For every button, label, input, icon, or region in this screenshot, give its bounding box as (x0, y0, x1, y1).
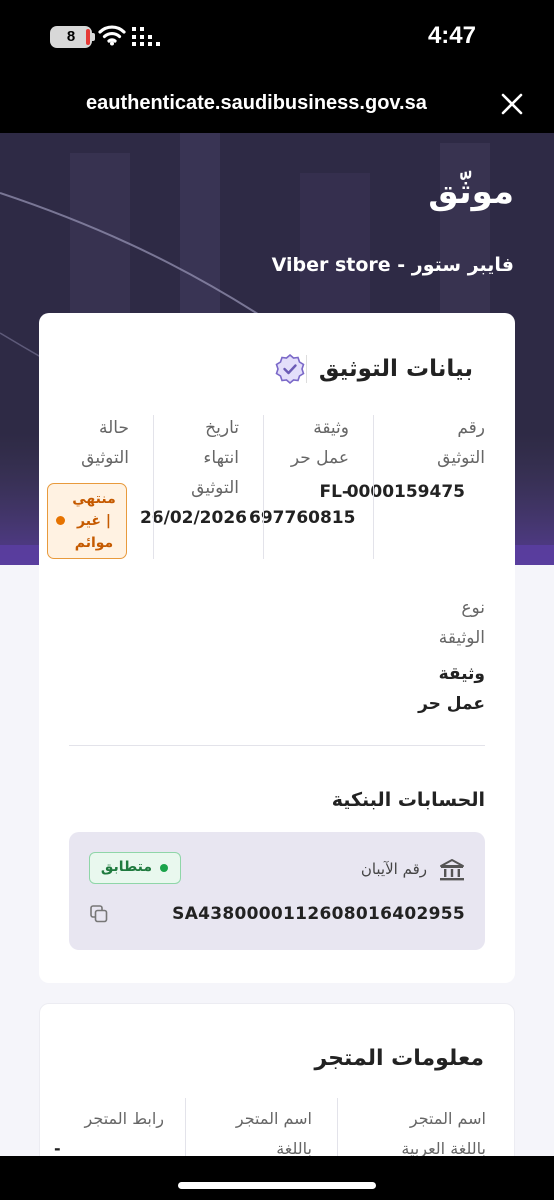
verified-badge-icon (275, 353, 305, 385)
bank-icon (440, 859, 464, 881)
document-type-value: وثيقة عمل حر (418, 664, 485, 714)
store-name-arabic-column: اسم المتجر باللغة العربية (401, 1109, 486, 1158)
cellular-signal-icon (132, 27, 160, 46)
auth-status-label: حالة التوثيق (81, 418, 129, 468)
column-divider (373, 415, 374, 559)
store-link-column: رابط المتجر - (54, 1109, 164, 1158)
document-type-field: نوع الوثيقة وثيقة عمل حر (418, 593, 485, 719)
iban-label: رقم الآيبان (360, 860, 427, 878)
battery-level: 8 (66, 28, 76, 45)
home-indicator[interactable] (178, 1182, 376, 1189)
url-text[interactable]: eauthenticate.saudibusiness.gov.sa (86, 92, 427, 115)
authentication-card: بيانات التوثيق رقم التوثيق 0000159475 وث… (39, 313, 515, 983)
battery-low-icon (86, 29, 90, 45)
column-divider (153, 415, 154, 559)
match-status-badge: متطابق (89, 852, 181, 884)
store-info-title: معلومات المتجر (314, 1046, 484, 1071)
freelance-doc-value: FL- 697760815 (249, 482, 356, 528)
auth-details-grid: رقم التوثيق 0000159475 وثيقة عمل حر FL- … (39, 413, 515, 563)
store-name-other-column: اسم المتجر باللغة (235, 1109, 312, 1158)
header-separator (305, 355, 307, 383)
auth-number-label: رقم التوثيق (437, 418, 485, 468)
battery-indicator: 8 (50, 26, 95, 48)
home-indicator-area (0, 1156, 554, 1200)
bank-account-item: رقم الآيبان متطابق SA4380000112608016402… (69, 832, 485, 950)
expiry-date-label: تاريخ انتهاء التوثيق (191, 418, 239, 498)
copy-icon[interactable] (89, 904, 109, 924)
iban-value: SA4380000112608016402955 (172, 904, 465, 924)
column-divider (263, 415, 264, 559)
wifi-icon (98, 25, 126, 46)
expiry-date-column: تاريخ انتهاء التوثيق 26/02/2026 (129, 413, 247, 559)
auth-number-column: رقم التوثيق 0000159475 (347, 413, 485, 559)
freelance-doc-label: وثيقة عمل حر (290, 418, 349, 468)
status-dot-icon (160, 864, 168, 872)
screen: 8 4:47 eauthenticate.saudibusiness.gov.s… (0, 0, 554, 1200)
status-time: 4:47 (427, 22, 476, 49)
section-divider (69, 745, 485, 746)
page-title: موثّق (428, 172, 514, 212)
auth-section-title: بيانات التوثيق (318, 356, 473, 382)
auth-section-header: بيانات التوثيق (274, 353, 485, 385)
document-type-label: نوع الوثيقة (438, 598, 485, 648)
expired-status-badge: منتهي | غير موائم (47, 483, 127, 559)
freelance-doc-column: وثيقة عمل حر FL- 697760815 (249, 413, 356, 559)
close-icon[interactable] (500, 92, 524, 116)
bank-accounts-title: الحسابات البنكية (331, 789, 485, 811)
status-dot-icon (56, 516, 65, 525)
store-name: فايبر ستور - Viber store (271, 254, 514, 276)
browser-top-bar: 8 4:47 eauthenticate.saudibusiness.gov.s… (0, 0, 554, 133)
